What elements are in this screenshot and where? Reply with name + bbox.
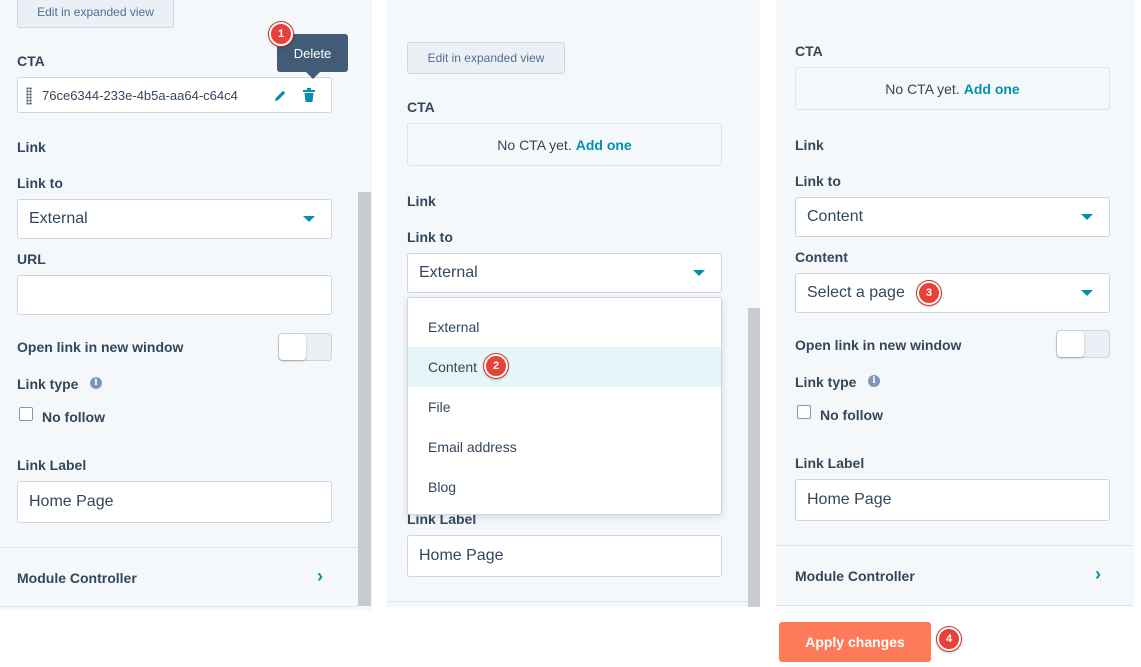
option-file[interactable]: File (408, 387, 721, 427)
chevron-right-icon[interactable]: › (1095, 564, 1101, 585)
toggle-knob (1057, 331, 1084, 357)
link-to-label: Link to (795, 173, 841, 189)
cta-empty-text: No CTA yet. (885, 80, 960, 97)
module-controller-label[interactable]: Module Controller (17, 570, 137, 586)
link-heading: Link (407, 193, 436, 209)
cta-empty-box: No CTA yet. Add one (407, 123, 722, 166)
cta-chip: 76ce6344-233e-4b5a-aa64-c64c4 (17, 77, 332, 113)
link-to-dropdown: External Content File Email address Blog (407, 297, 722, 515)
divider (387, 601, 748, 602)
apply-changes-button[interactable]: Apply changes (779, 622, 931, 662)
cta-label: CTA (795, 43, 823, 59)
cta-empty-text: No CTA yet. (497, 136, 572, 153)
option-external[interactable]: External (408, 307, 721, 347)
link-to-value: External (29, 210, 88, 227)
link-to-select[interactable]: External (407, 253, 722, 293)
scrollbar[interactable] (748, 308, 760, 607)
divider (776, 545, 1134, 546)
step-badge-1: 1 (269, 22, 293, 46)
edit-expanded-view-button[interactable]: Edit in expanded view (17, 0, 174, 28)
caret-down-icon (1081, 290, 1093, 296)
no-follow-label: No follow (820, 407, 883, 423)
cta-id: 76ce6344-233e-4b5a-aa64-c64c4 (42, 87, 238, 103)
toggle-knob (279, 334, 306, 360)
open-new-window-label: Open link in new window (17, 339, 184, 355)
open-new-window-label: Open link in new window (795, 337, 962, 353)
link-to-value: Content (807, 208, 864, 225)
link-label-label: Link Label (17, 457, 87, 473)
cta-label: CTA (407, 99, 435, 115)
content-label: Content (795, 249, 848, 265)
link-to-select[interactable]: Content (795, 197, 1110, 237)
link-type-label: Link type (795, 374, 857, 390)
trash-icon[interactable] (303, 88, 315, 102)
link-label-input[interactable]: Home Page (17, 481, 332, 523)
url-input[interactable] (17, 275, 332, 315)
link-heading: Link (795, 137, 824, 153)
module-controller-label[interactable]: Module Controller (795, 568, 915, 584)
cta-label: CTA (17, 53, 45, 69)
option-email-address[interactable]: Email address (408, 427, 721, 467)
link-to-select[interactable]: External (17, 199, 332, 239)
link-to-label: Link to (407, 229, 453, 245)
info-icon: i (868, 375, 880, 387)
option-blog[interactable]: Blog (408, 467, 721, 507)
step-badge-4: 4 (937, 627, 961, 651)
link-to-label: Link to (17, 175, 63, 191)
option-content[interactable]: Content (408, 347, 721, 387)
caret-down-icon (693, 270, 705, 276)
link-label-input[interactable]: Home Page (795, 479, 1110, 521)
content-page-placeholder: Select a page (807, 284, 905, 301)
link-label-input[interactable]: Home Page (407, 535, 722, 577)
caret-down-icon (1081, 214, 1093, 220)
link-heading: Link (17, 139, 46, 155)
no-follow-label: No follow (42, 409, 105, 425)
pencil-icon[interactable] (274, 89, 287, 102)
divider (0, 606, 358, 607)
new-window-toggle[interactable] (278, 333, 332, 361)
cta-empty-box: No CTA yet. Add one (795, 67, 1110, 110)
info-icon: i (90, 377, 102, 389)
add-cta-link[interactable]: Add one (576, 137, 632, 153)
new-window-toggle[interactable] (1056, 330, 1110, 358)
divider (0, 547, 358, 548)
link-to-value: External (419, 264, 478, 281)
no-follow-checkbox[interactable] (797, 405, 811, 419)
chevron-right-icon[interactable]: › (317, 566, 323, 587)
step-badge-2: 2 (484, 354, 508, 378)
link-label-label: Link Label (795, 455, 865, 471)
edit-expanded-view-button[interactable]: Edit in expanded view (407, 42, 565, 74)
url-label: URL (17, 251, 46, 267)
drag-handle-icon[interactable] (26, 87, 32, 105)
scrollbar[interactable] (358, 192, 371, 606)
step-badge-3: 3 (917, 281, 941, 305)
divider (776, 605, 1134, 606)
no-follow-checkbox[interactable] (19, 407, 33, 421)
add-cta-link[interactable]: Add one (964, 81, 1020, 97)
link-type-label: Link type (17, 376, 79, 392)
content-page-select[interactable]: Select a page (795, 273, 1110, 313)
caret-down-icon (303, 216, 315, 222)
